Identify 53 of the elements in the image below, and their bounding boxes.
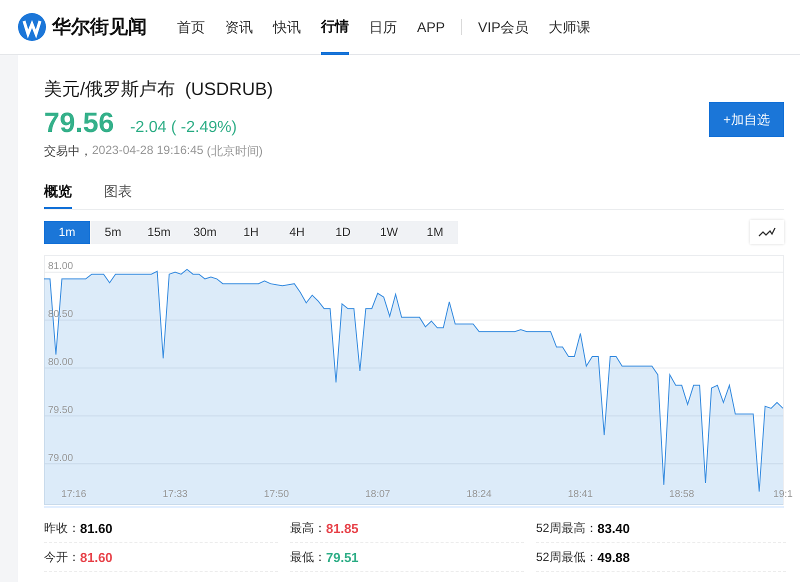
nav-link[interactable]: 首页 (177, 0, 205, 54)
axis-label: 18:41 (568, 489, 593, 500)
line-chart-icon (758, 227, 776, 237)
period-button[interactable]: 1m (44, 220, 90, 244)
add-watchlist-button[interactable]: +加自选 (709, 102, 784, 137)
stat-label: 最高： (290, 520, 326, 536)
stat-value: 49.88 (597, 550, 630, 564)
period-button[interactable]: 1W (366, 220, 412, 244)
nav-link[interactable]: 日历 (369, 0, 397, 54)
stat-label: 今开： (44, 548, 80, 566)
logo-icon (18, 13, 46, 41)
nav-link[interactable]: 大师课 (548, 0, 591, 54)
axis-label: 18:58 (669, 489, 694, 500)
axis-label: 80.00 (48, 357, 74, 368)
stat-label: 52周最高： (536, 520, 598, 536)
stat-value: 81.85 (326, 520, 359, 536)
trading-status: 交易中， (44, 143, 92, 160)
nav-link[interactable]: APP (417, 0, 446, 54)
period-button[interactable]: 1H (228, 220, 274, 244)
nav-link[interactable]: VIP会员 (478, 0, 529, 54)
nav-link[interactable]: 快讯 (273, 0, 301, 54)
tab[interactable]: 概览 (44, 183, 72, 209)
axis-label: 79.50 (48, 404, 74, 416)
period-button[interactable]: 5m (90, 220, 136, 244)
axis-label: 18:07 (365, 489, 390, 500)
period-button[interactable]: 1D (320, 220, 366, 244)
period-button[interactable]: 15m (136, 220, 182, 244)
period-button[interactable]: 1M (412, 220, 458, 244)
stat-label: 52周最低： (536, 548, 598, 566)
stat-value: 83.40 (597, 520, 630, 536)
stat-label: 昨收： (44, 520, 80, 536)
price: 79.56 (44, 107, 114, 139)
chart-type-button[interactable] (750, 220, 784, 244)
axis-label: 17:50 (264, 489, 289, 500)
axis-label: 17:33 (162, 489, 188, 500)
period-button[interactable]: 30m (182, 220, 228, 244)
axis-label: 81.00 (48, 261, 74, 272)
logo-text[interactable]: 华尔街见闻 (52, 14, 147, 40)
axis-label: 18:24 (466, 489, 492, 500)
stat-value: 79.51 (326, 550, 359, 564)
instrument-title: 美元/俄罗斯卢布 (USDRUB) (44, 78, 273, 101)
axis-label: 79.00 (48, 452, 74, 464)
nav-link[interactable]: 资讯 (225, 0, 253, 54)
quote-time: 2023-04-28 19:16:45 (92, 143, 204, 159)
tab[interactable]: 图表 (104, 183, 132, 209)
stat-value: 81.60 (80, 520, 113, 536)
stat-label: 最低： (290, 548, 326, 566)
axis-label: 17:16 (61, 489, 86, 500)
stat-value: 81.60 (80, 550, 113, 564)
axis-label: 19:1 (773, 489, 793, 500)
price-change: -2.04 ( -2.49%) (130, 119, 237, 137)
period-button[interactable]: 4H (274, 220, 320, 244)
timezone: (北京时间) (206, 143, 263, 160)
